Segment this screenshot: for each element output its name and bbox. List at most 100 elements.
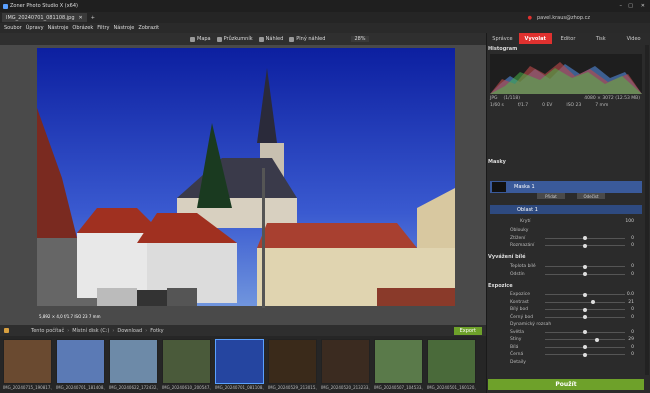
filmstrip-thumb[interactable]	[3, 339, 52, 384]
slider-knob[interactable]	[583, 243, 587, 248]
tab-editor[interactable]: Editor	[552, 33, 585, 44]
slider-value[interactable]: 0	[631, 272, 634, 277]
slider-track[interactable]	[545, 300, 625, 304]
document-tabs: IMG_20240701_081108.jpg ✕ + ● pavel.krau…	[0, 12, 650, 23]
menu-view[interactable]: Zobrazit	[138, 25, 159, 31]
apply-label: Použít	[555, 381, 577, 388]
slider-track[interactable]	[545, 345, 625, 349]
slider-track[interactable]	[545, 330, 625, 334]
slider-knob[interactable]	[583, 292, 587, 297]
menu-tools[interactable]: Nástroje	[48, 25, 69, 31]
slider-knob[interactable]	[583, 330, 587, 334]
filmstrip-thumb[interactable]	[215, 339, 264, 384]
opacity-row: Krytí 100	[490, 218, 640, 225]
zoom-select[interactable]: 28%	[351, 36, 369, 42]
area-row[interactable]: Oblast 1	[490, 205, 642, 214]
filmstrip-thumb[interactable]	[162, 339, 211, 384]
fullscreen-button[interactable]: Plný náhled	[289, 36, 325, 42]
slider-row: Oblouky	[490, 227, 640, 234]
filmstrip-thumb[interactable]	[268, 339, 317, 384]
slider-track[interactable]	[545, 272, 625, 276]
monitor-icon	[289, 36, 295, 42]
main-photo[interactable]: 5,892 × 4,0 f/1.7 ISO 23 7 mm	[37, 48, 455, 323]
app-logo-icon	[3, 3, 8, 9]
subtract-label: Odečíst	[583, 193, 599, 199]
slider-knob[interactable]	[583, 307, 587, 312]
slider-knob[interactable]	[583, 345, 587, 349]
slider-knob[interactable]	[591, 300, 595, 304]
menu-filters[interactable]: Filtry	[97, 25, 109, 31]
tab-print[interactable]: Tisk	[584, 33, 617, 44]
filmstrip-thumb[interactable]	[56, 339, 105, 384]
histogram-header[interactable]: Histogram	[488, 45, 646, 53]
add-tab-button[interactable]: +	[91, 15, 95, 21]
filmstrip-thumb[interactable]	[109, 339, 158, 384]
filmstrip-caption: IMG_20240701_181408.jpg	[56, 385, 105, 390]
notifications-icon[interactable]: ●	[528, 15, 532, 21]
minimize-icon[interactable]: –	[620, 3, 623, 9]
preview-button[interactable]: Náhled	[258, 36, 283, 42]
folder-icon[interactable]	[4, 328, 9, 333]
slider-value[interactable]: 21	[628, 300, 634, 305]
panel-scrollbar[interactable]	[645, 45, 649, 375]
slider-value[interactable]: 0	[631, 345, 634, 350]
path-0[interactable]: Tento počítač	[31, 328, 64, 334]
slider-track[interactable]	[545, 236, 625, 240]
slider-value[interactable]: 0	[631, 307, 634, 312]
slider-value[interactable]: 0	[631, 264, 634, 269]
map-button[interactable]: Mapa	[190, 36, 211, 42]
menu-tools-2[interactable]: Nástroje	[114, 25, 135, 31]
filmstrip-thumb[interactable]	[374, 339, 423, 384]
slider-knob[interactable]	[583, 264, 587, 269]
filmstrip-thumb[interactable]	[427, 339, 476, 384]
ev-label: 0 EV	[542, 103, 553, 108]
slider-value[interactable]: 29	[628, 337, 634, 342]
slider-track[interactable]	[545, 264, 625, 269]
slider-value[interactable]: 0	[631, 352, 634, 357]
path-3[interactable]: Fotky	[150, 328, 163, 334]
tab-close-icon[interactable]: ✕	[79, 15, 83, 21]
app-window: Zoner Photo Studio X (x64) – □ ✕ IMG_202…	[0, 0, 650, 393]
slider-track[interactable]	[545, 292, 625, 297]
menu-edit[interactable]: Úpravy	[26, 25, 44, 31]
menu-image[interactable]: Obrázek	[72, 25, 93, 31]
tab-document[interactable]: IMG_20240701_081108.jpg ✕	[2, 13, 87, 22]
slider-value[interactable]: 0.0	[627, 292, 634, 297]
tab-video[interactable]: Video	[617, 33, 650, 44]
mask-row[interactable]: Maska 1	[490, 181, 642, 193]
tab-develop[interactable]: Vyvolat	[518, 33, 552, 44]
masks-header[interactable]: Masky	[488, 158, 646, 166]
title-bar: Zoner Photo Studio X (x64) – □ ✕	[0, 0, 650, 12]
slider-track[interactable]	[545, 315, 625, 319]
user-email[interactable]: pavel.kraus@zhop.cz	[537, 15, 590, 21]
slider-track[interactable]	[545, 307, 625, 312]
wb-header[interactable]: Vyvážení bílé	[488, 253, 646, 261]
mask-subtract-button[interactable]: Odečíst	[577, 193, 605, 199]
slider-track[interactable]	[545, 352, 625, 357]
slider-value[interactable]: 0	[631, 243, 634, 248]
slider-knob[interactable]	[583, 272, 587, 276]
close-icon[interactable]: ✕	[641, 3, 645, 9]
path-2[interactable]: Download	[117, 328, 142, 334]
slider-value[interactable]: 0	[631, 236, 634, 241]
focal-length: 7 mm	[595, 103, 609, 108]
slider-knob[interactable]	[595, 337, 599, 342]
filmstrip-thumb[interactable]	[321, 339, 370, 384]
slider-track[interactable]	[545, 243, 625, 248]
maximize-icon[interactable]: □	[628, 3, 633, 9]
iso-label: ISO 23	[566, 103, 582, 108]
exposure-header[interactable]: Expozice	[488, 282, 646, 290]
slider-knob[interactable]	[583, 352, 587, 357]
mask-add-button[interactable]: Přidat	[537, 193, 565, 199]
slider-value[interactable]: 0	[631, 315, 634, 320]
slider-value[interactable]: 0	[631, 330, 634, 335]
menu-file[interactable]: Soubor	[4, 25, 22, 31]
slider-track[interactable]	[545, 337, 625, 342]
apply-button[interactable]: Použít	[488, 379, 644, 390]
slider-knob[interactable]	[583, 315, 587, 319]
tab-manager[interactable]: Správce	[486, 33, 519, 44]
slider-knob[interactable]	[583, 236, 587, 240]
export-button[interactable]: Export	[453, 326, 482, 335]
path-1[interactable]: Místní disk (C:)	[72, 328, 109, 334]
explorer-button[interactable]: Průzkumník	[216, 36, 253, 42]
